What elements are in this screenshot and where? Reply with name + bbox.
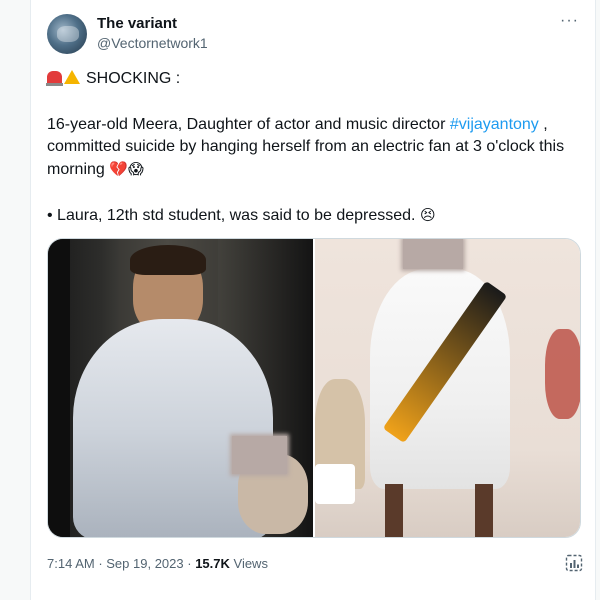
siren-icon — [46, 71, 63, 86]
broken-heart-scream-emoji: 💔😱 — [109, 160, 144, 178]
photo-student-uniform[interactable] — [315, 239, 580, 537]
media-grid[interactable] — [47, 238, 581, 538]
views-label: Views — [229, 556, 268, 571]
tweet-card: The variant @Vectornetwork1 ··· SHOCKING… — [30, 0, 596, 600]
tweet-text-line-3: • Laura, 12th std student, was said to b… — [47, 204, 579, 227]
author-handle[interactable]: @Vectornetwork1 — [97, 35, 208, 51]
more-options-icon[interactable]: ··· — [560, 12, 579, 30]
analytics-icon[interactable] — [565, 554, 583, 572]
author-name[interactable]: The variant — [97, 15, 177, 32]
separator: · — [183, 556, 196, 571]
photo-man-holding-child[interactable] — [48, 239, 313, 537]
tweet-meta: 7:14 AM · Sep 19, 2023 · 15.7K Views — [47, 556, 268, 571]
tweet-text-line-1: SHOCKING : — [46, 68, 579, 90]
blurred-face — [403, 239, 463, 269]
avatar[interactable] — [47, 14, 87, 54]
separator: · — [94, 556, 107, 571]
warning-icon — [64, 70, 80, 84]
views-count: 15.7K — [195, 556, 230, 571]
tweet-text-part: • Laura, 12th std student, was said to b… — [47, 207, 416, 224]
shocking-label: SHOCKING : — [86, 70, 181, 87]
blurred-face — [232, 436, 287, 474]
persevering-face-emoji: 😣 — [419, 206, 436, 224]
tweet-time[interactable]: 7:14 AM — [47, 556, 95, 571]
tweet-text-part: 16-year-old Meera, Daughter of actor and… — [47, 116, 450, 133]
hashtag-link[interactable]: #vijayantony — [450, 116, 539, 133]
tweet-header: The variant @Vectornetwork1 ··· — [47, 12, 583, 56]
tweet-text-line-2: 16-year-old Meera, Daughter of actor and… — [47, 114, 579, 181]
tweet-date[interactable]: Sep 19, 2023 — [106, 556, 183, 571]
